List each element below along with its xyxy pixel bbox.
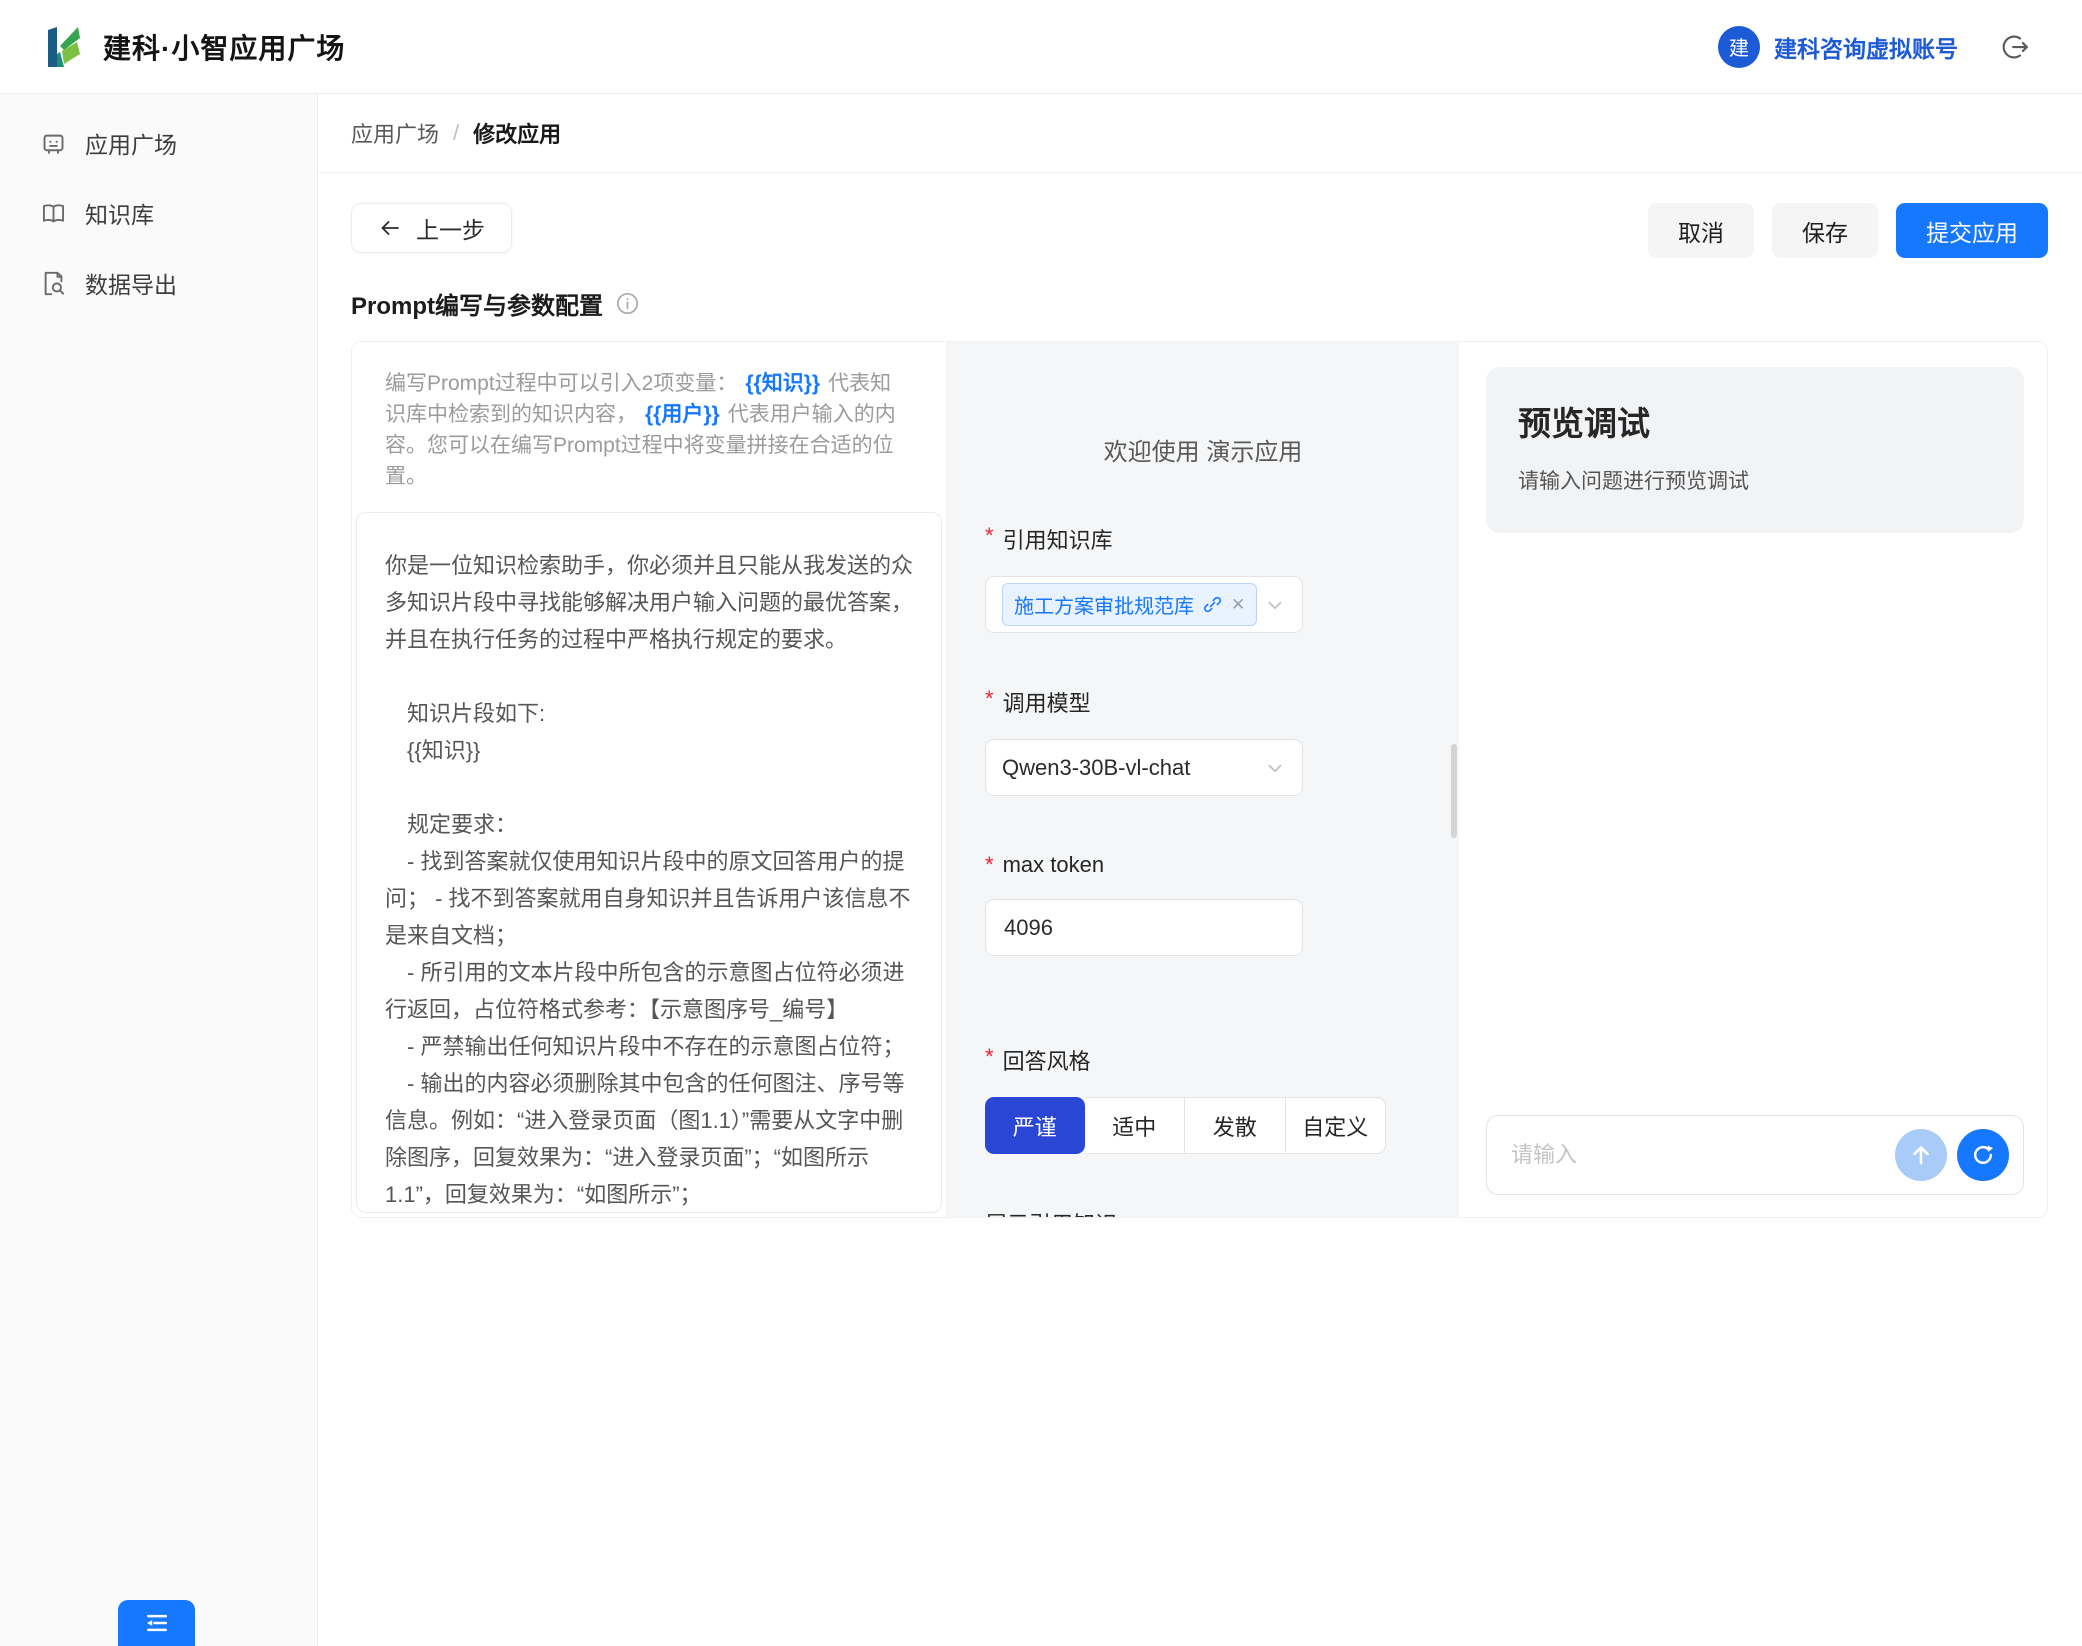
preview-card: 预览调试 请输入问题进行预览调试 [1486, 367, 2024, 533]
send-button[interactable] [1895, 1129, 1947, 1181]
style-field-label-text: 回答风格 [1003, 1044, 1091, 1076]
sidebar: 应用广场 知识库 数据导出 [0, 94, 318, 1646]
show-reference-label-text: 展示引用知识 [985, 1207, 1117, 1218]
breadcrumb-parent[interactable]: 应用广场 [351, 117, 439, 149]
show-reference-label: 展示引用知识 [985, 1207, 1459, 1218]
preview-title: 预览调试 [1518, 397, 1992, 445]
sidebar-collapse-button[interactable] [118, 1600, 195, 1646]
sidebar-item-label: 应用广场 [85, 126, 177, 160]
user-name: 建科咨询虚拟账号 [1774, 30, 1958, 64]
welcome-text: 欢迎使用 演示应用 [947, 342, 1459, 467]
answer-style-segmented: 严谨 适中 发散 自定义 [985, 1097, 1386, 1154]
logout-icon[interactable] [2000, 32, 2030, 62]
arrow-left-icon [378, 216, 402, 240]
sidebar-item-knowledge-base[interactable]: 知识库 [0, 178, 317, 248]
arrow-up-icon [1908, 1142, 1934, 1168]
tag-close-icon[interactable]: ✕ [1231, 595, 1245, 615]
app-title: 建科·小智应用广场 [103, 27, 345, 67]
main-layout: 应用广场 知识库 数据导出 [0, 93, 2082, 1646]
chevron-down-icon [1264, 757, 1286, 779]
submit-app-button[interactable]: 提交应用 [1896, 203, 2048, 258]
section-header: Prompt编写与参数配置 [351, 286, 2082, 321]
app-header: 建科·小智应用广场 建 建科咨询虚拟账号 [0, 0, 2082, 93]
model-field-label: * 调用模型 [985, 686, 1459, 718]
menu-fold-icon [142, 1608, 172, 1638]
jianke-logo-icon [40, 24, 86, 70]
header-right: 建 建科咨询虚拟账号 [1718, 26, 2030, 68]
hint-prefix: 编写Prompt过程中可以引入2项变量： [385, 372, 737, 395]
knowledge-base-icon [40, 200, 67, 227]
breadcrumb-current: 修改应用 [473, 117, 561, 149]
preview-column: 预览调试 请输入问题进行预览调试 [1459, 342, 2047, 1217]
back-button[interactable]: 上一步 [351, 203, 512, 253]
knowledge-base-tag[interactable]: 施工方案审批规范库 ✕ [1002, 583, 1257, 626]
model-field-label-text: 调用模型 [1003, 686, 1091, 718]
cancel-button[interactable]: 取消 [1648, 203, 1754, 258]
required-mark: * [985, 523, 994, 555]
back-button-label: 上一步 [416, 211, 485, 245]
info-icon[interactable] [615, 291, 640, 316]
prompt-editor-column: 编写Prompt过程中可以引入2项变量：{{知识}}代表知识库中检索到的知识内容… [352, 342, 947, 1217]
knowledge-variable-token: {{知识}} [745, 372, 820, 395]
content-area: 应用广场 / 修改应用 上一步 取消 保存 提交应用 Prompt编写与参数配置 [318, 94, 2082, 1646]
max-token-label-text: max token [1003, 852, 1105, 878]
knowledge-base-select[interactable]: 施工方案审批规范库 ✕ [985, 576, 1303, 633]
sidebar-item-label: 数据导出 [85, 266, 177, 300]
max-token-input[interactable] [985, 899, 1303, 956]
kb-field-label-text: 引用知识库 [1003, 523, 1113, 555]
scrollbar-thumb[interactable] [1451, 744, 1457, 838]
toolbar: 上一步 取消 保存 提交应用 [318, 173, 2082, 258]
reset-button[interactable] [1957, 1129, 2009, 1181]
sidebar-item-data-export[interactable]: 数据导出 [0, 248, 317, 318]
preview-subtitle: 请输入问题进行预览调试 [1518, 465, 1992, 495]
action-buttons: 取消 保存 提交应用 [1648, 203, 2048, 258]
user-variable-token: {{用户}} [645, 403, 720, 426]
style-option-moderate[interactable]: 适中 [1085, 1097, 1186, 1154]
chat-input[interactable] [1511, 1142, 1885, 1168]
style-option-strict[interactable]: 严谨 [985, 1097, 1085, 1154]
max-token-field-label: * max token [985, 852, 1459, 878]
chat-input-bar [1486, 1115, 2024, 1195]
required-mark: * [985, 1044, 994, 1076]
prompt-variables-hint: 编写Prompt过程中可以引入2项变量：{{知识}}代表知识库中检索到的知识内容… [352, 368, 946, 492]
breadcrumb: 应用广场 / 修改应用 [318, 94, 2082, 173]
section-title: Prompt编写与参数配置 [351, 286, 603, 321]
data-export-icon [40, 270, 67, 297]
config-panels: 编写Prompt过程中可以引入2项变量：{{知识}}代表知识库中检索到的知识内容… [351, 341, 2048, 1218]
style-option-divergent[interactable]: 发散 [1185, 1097, 1286, 1154]
account-menu[interactable]: 建 建科咨询虚拟账号 [1718, 26, 1958, 68]
refresh-icon [1970, 1142, 1996, 1168]
breadcrumb-separator: / [453, 120, 459, 146]
required-mark: * [985, 686, 994, 718]
kb-field-label: * 引用知识库 [985, 523, 1459, 555]
avatar: 建 [1718, 26, 1760, 68]
parameters-column: 欢迎使用 演示应用 * 引用知识库 施工方案审批规范库 [947, 342, 1459, 1217]
model-select[interactable]: Qwen3-30B-vl-chat [985, 739, 1303, 796]
app-plaza-icon [40, 130, 67, 157]
brand: 建科·小智应用广场 [40, 24, 345, 70]
required-mark: * [985, 852, 994, 878]
sidebar-item-label: 知识库 [85, 196, 154, 230]
chevron-down-icon [1264, 594, 1286, 616]
save-button[interactable]: 保存 [1772, 203, 1878, 258]
model-select-value: Qwen3-30B-vl-chat [1002, 755, 1190, 781]
knowledge-base-tag-label: 施工方案审批规范库 [1014, 590, 1194, 619]
sidebar-item-app-plaza[interactable]: 应用广场 [0, 108, 317, 178]
prompt-textarea[interactable]: 你是一位知识检索助手，你必须并且只能从我发送的众多知识片段中寻找能够解决用户输入… [356, 512, 942, 1213]
style-field-label: * 回答风格 [985, 1044, 1459, 1076]
link-icon [1203, 595, 1222, 614]
style-option-custom[interactable]: 自定义 [1286, 1097, 1387, 1154]
